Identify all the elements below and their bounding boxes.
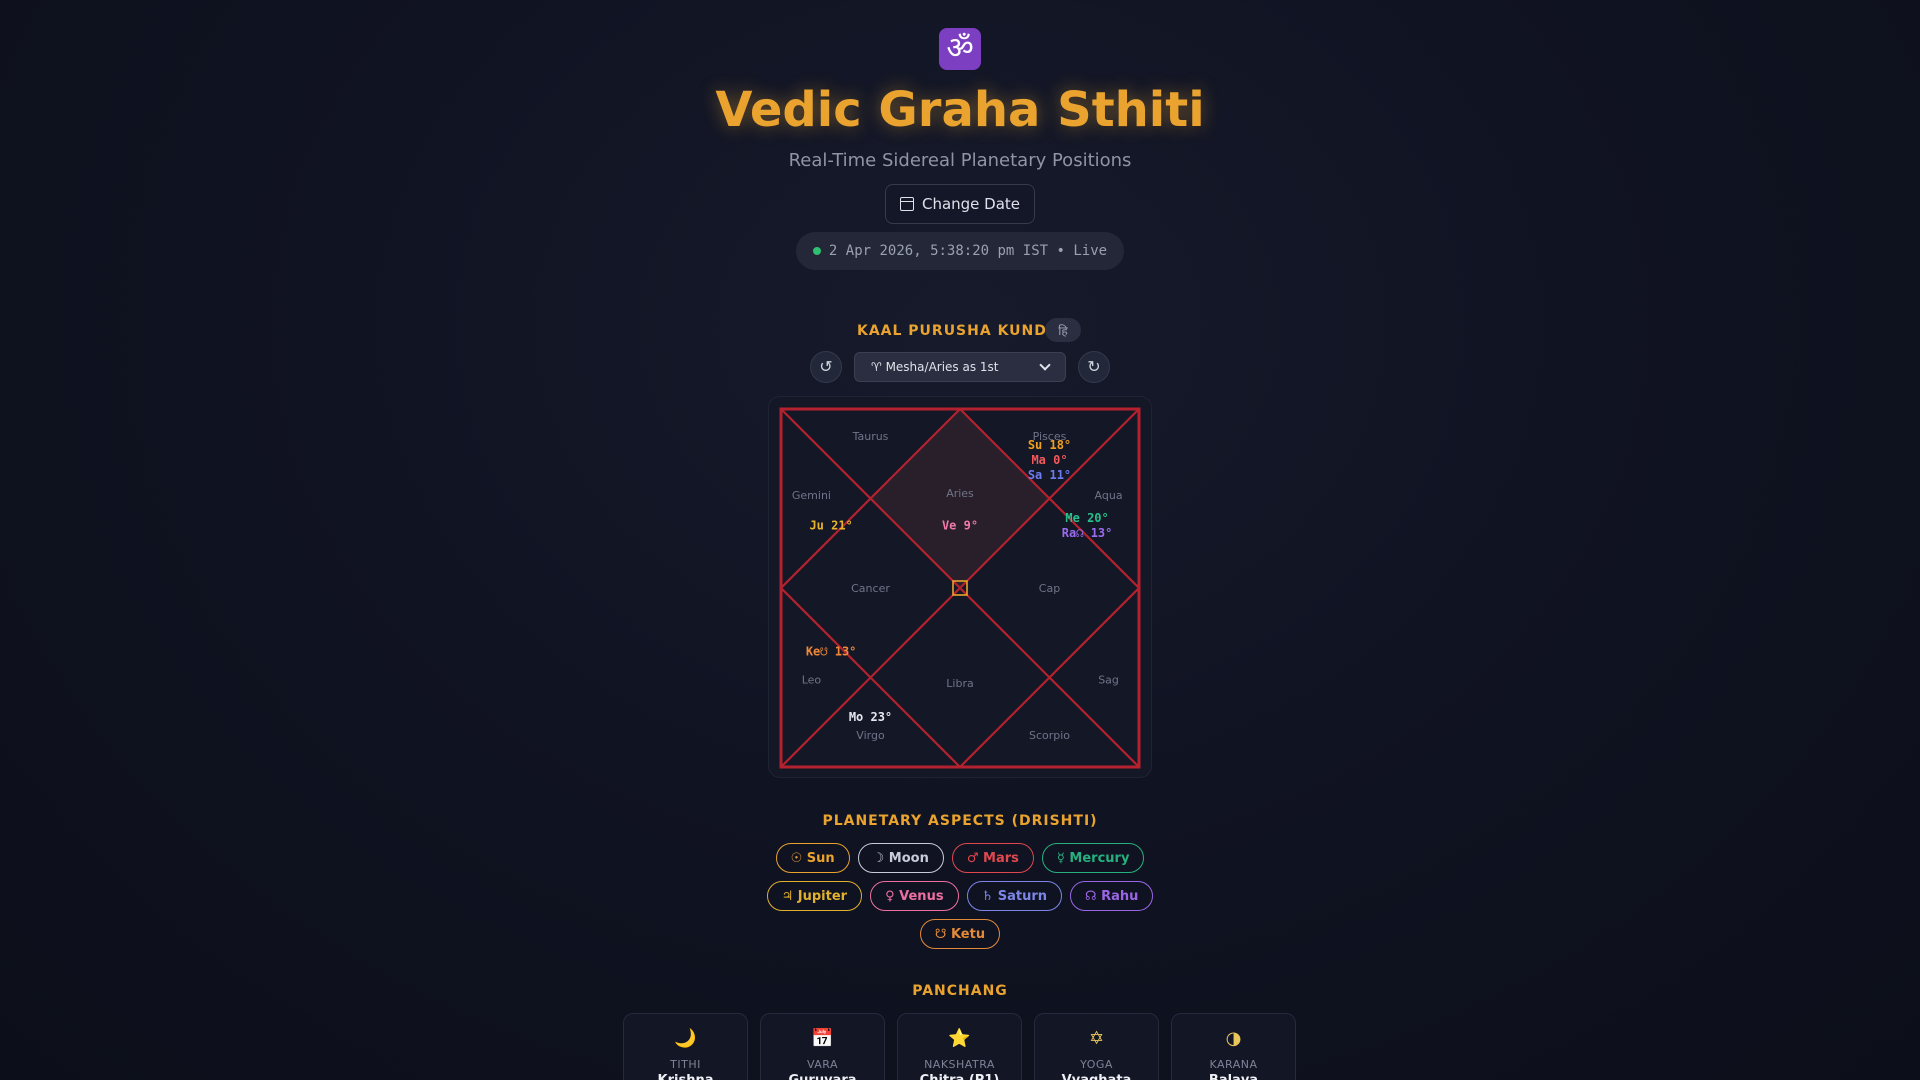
planet-position-label: Ve 9° xyxy=(942,518,978,532)
kundli-chart-svg: Aries Ve 9° Taurus Gemini Ju 21° Cancer Leo Ke☋… xyxy=(779,407,1141,769)
panchang-card-karana: ◑ KARANA Balava xyxy=(1171,1013,1296,1080)
language-toggle-button[interactable]: हि xyxy=(1045,318,1081,342)
house-sign-label: Virgo xyxy=(856,729,885,742)
panchang-card-label: KARANA xyxy=(1209,1058,1258,1071)
aspect-chip-rahu[interactable]: ☊ Rahu xyxy=(1070,881,1154,911)
rotate-right-icon: ↻ xyxy=(1087,359,1101,376)
planet-position-label: Mo 23° xyxy=(849,710,892,724)
panchang-card-value: Balava xyxy=(1172,1073,1295,1080)
kundli-section-title: KAAL PURUSHA KUNDLI xyxy=(856,323,1064,339)
calendar-icon xyxy=(899,197,914,211)
house-sign-label: Leo xyxy=(802,673,822,686)
aspect-chip-venus[interactable]: ♀ Venus xyxy=(870,881,959,911)
planet-position-label: Su 18° xyxy=(1028,438,1071,452)
om-icon: ॐ xyxy=(939,28,981,70)
house-sign-label: Cancer xyxy=(851,582,890,595)
panchang-card-value: Vyaghata xyxy=(1035,1073,1158,1080)
change-date-button[interactable]: Change Date xyxy=(885,184,1035,224)
panchang-card-nakshatra: ⭐ NAKSHATRA Chitra (P1) xyxy=(897,1013,1022,1080)
house-sign-label: Gemini xyxy=(792,489,831,502)
aspect-chip-mercury[interactable]: ☿ Mercury xyxy=(1041,843,1145,873)
live-status-pill: 2 Apr 2026, 5:38:20 pm IST • Live xyxy=(796,232,1124,270)
page-title: Vedic Graha Sthiti xyxy=(715,82,1205,138)
ascendant-select-value: ♈ Mesha/Aries as 1st xyxy=(871,360,999,374)
house-sign-label: Taurus xyxy=(852,430,889,443)
chevron-down-icon xyxy=(1039,359,1051,371)
aspects-section-title: PLANETARY ASPECTS (DRISHTI) xyxy=(822,813,1098,829)
aspects-row: ☉ Sun ☽ Moon ♂ Mars ☿ Mercury xyxy=(0,843,1920,873)
rotate-left-icon: ↺ xyxy=(819,359,833,376)
house-sign-label: Cap xyxy=(1039,582,1060,595)
karana-icon: ◑ xyxy=(1225,1028,1242,1049)
tithi-icon: 🌙 xyxy=(674,1028,697,1049)
panchang-cards: 🌙 TITHI Krishna 📅 VARA Guruvara ⭐ NAKSHATRA Chit… xyxy=(623,1013,1296,1080)
aspect-chip-jupiter[interactable]: ♃ Jupiter xyxy=(766,881,863,911)
panchang-card-label: NAKSHATRA xyxy=(924,1058,995,1071)
live-status-text: 2 Apr 2026, 5:38:20 pm IST • Live xyxy=(828,243,1108,259)
kundli-chart: Aries Ve 9° Taurus Gemini Ju 21° Cancer Leo Ke☋… xyxy=(768,396,1152,778)
panchang-card-value: Chitra (P1) xyxy=(898,1073,1021,1080)
house-sign-label: Aries xyxy=(946,487,974,500)
house-sign-label: Aqua xyxy=(1095,489,1123,502)
aspects-row: ♃ Jupiter ♀ Venus ♄ Saturn ☊ Rahu xyxy=(0,881,1920,911)
om-logo: ॐ xyxy=(0,28,1920,76)
vara-icon: 📅 xyxy=(811,1028,834,1049)
aspect-chip-mars[interactable]: ♂ Mars xyxy=(951,843,1034,873)
aspect-chip-saturn[interactable]: ♄ Saturn xyxy=(966,881,1063,911)
panchang-card-value: Guruvara xyxy=(761,1073,884,1080)
aspect-chip-ketu[interactable]: ☋ Ketu xyxy=(919,919,1001,949)
house-sign-label: Scorpio xyxy=(1029,729,1070,742)
house-sign-label: Sag xyxy=(1098,673,1119,686)
rotate-right-button[interactable]: ↻ xyxy=(1078,351,1110,383)
panchang-section-title: PANCHANG xyxy=(912,983,1008,999)
planet-position-label: Ra☊ 13° xyxy=(1062,526,1113,540)
aspect-chip-moon[interactable]: ☽ Moon xyxy=(857,843,944,873)
rotate-left-button[interactable]: ↺ xyxy=(810,351,842,383)
planet-position-label: Ma 0° xyxy=(1031,453,1067,467)
live-dot-icon xyxy=(812,247,821,255)
house-sign-label: Libra xyxy=(946,677,973,690)
panchang-card-label: TITHI xyxy=(670,1058,701,1071)
panchang-card-yoga: ✡ YOGA Vyaghata xyxy=(1034,1013,1159,1080)
page-subtitle: Real-Time Sidereal Planetary Positions xyxy=(788,150,1132,171)
panchang-card-vara: 📅 VARA Guruvara xyxy=(760,1013,885,1080)
panchang-card-label: YOGA xyxy=(1080,1058,1113,1071)
nakshatra-icon: ⭐ xyxy=(948,1028,971,1049)
panchang-card-tithi: 🌙 TITHI Krishna xyxy=(623,1013,748,1080)
change-date-label: Change Date xyxy=(921,195,1021,213)
planet-position-label: Sa 11° xyxy=(1028,468,1071,482)
planet-position-label: Me 20° xyxy=(1065,511,1108,525)
aspect-chip-sun[interactable]: ☉ Sun xyxy=(775,843,850,873)
aspects-row: ☋ Ketu xyxy=(0,919,1920,949)
ascendant-select[interactable]: ♈ Mesha/Aries as 1st xyxy=(854,352,1066,382)
panchang-card-label: VARA xyxy=(806,1058,839,1071)
planet-position-label: Ju 21° xyxy=(809,518,852,532)
yoga-icon: ✡ xyxy=(1088,1028,1105,1049)
panchang-card-value: Krishna xyxy=(624,1073,747,1080)
planet-position-label: Ke☋ 13° xyxy=(806,644,857,658)
